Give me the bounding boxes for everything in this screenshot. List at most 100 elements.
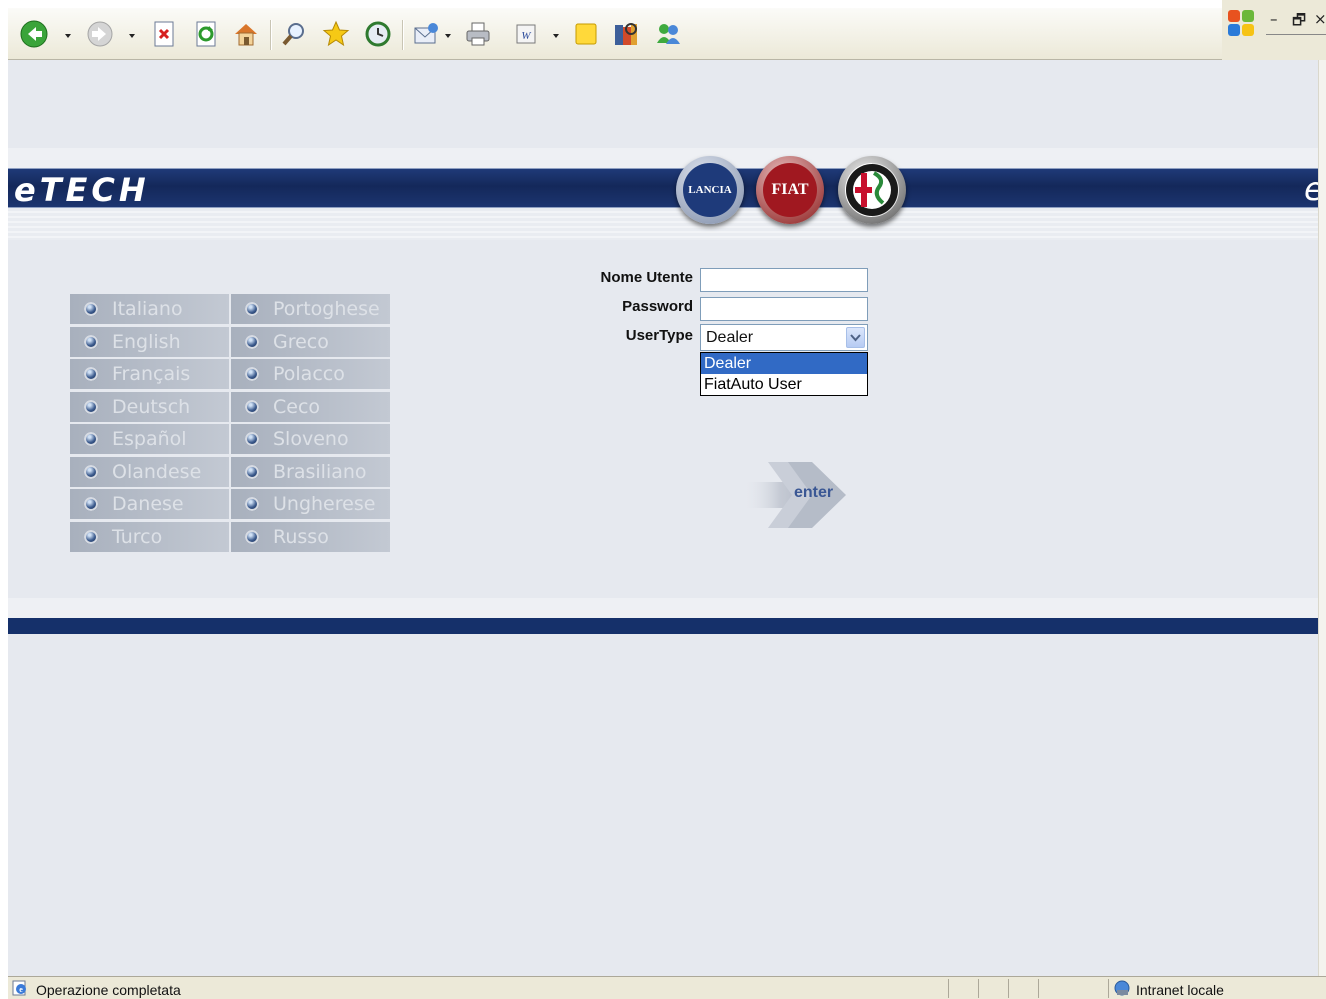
language-turco[interactable]: Turco <box>70 521 229 553</box>
status-divider <box>978 979 979 998</box>
bullet-icon <box>84 367 98 381</box>
bullet-icon <box>84 399 98 414</box>
edit-dropdown-icon[interactable] <box>552 32 560 40</box>
notes-icon[interactable] <box>570 18 602 50</box>
mail-icon[interactable] <box>410 18 442 50</box>
security-zone-text: Intranet locale <box>1136 982 1224 998</box>
password-input[interactable] <box>700 297 868 321</box>
ie-page-icon: e <box>12 980 26 996</box>
back-icon[interactable] <box>18 18 50 50</box>
history-icon[interactable] <box>362 18 394 50</box>
bullet-icon <box>84 464 98 479</box>
bullet-icon <box>245 399 259 414</box>
username-input[interactable] <box>700 268 868 292</box>
minimize-icon[interactable]: – <box>1270 10 1278 28</box>
bullet-icon <box>84 334 98 349</box>
enter-button[interactable]: enter <box>744 458 854 532</box>
bullet-icon <box>245 464 259 479</box>
bullet-icon <box>245 302 259 316</box>
header-light-strip <box>8 148 1318 168</box>
usertype-dropdown-list: Dealer FiatAuto User <box>700 352 868 396</box>
usertype-option-dealer[interactable]: Dealer <box>701 353 867 374</box>
research-icon[interactable] <box>610 18 642 50</box>
restore-icon[interactable]: 🗗 <box>1292 10 1306 35</box>
bullet-icon <box>245 334 259 349</box>
search-icon[interactable] <box>278 18 310 50</box>
enter-button-label: enter <box>794 484 834 501</box>
messenger-icon[interactable] <box>652 18 684 50</box>
back-dropdown-icon[interactable] <box>64 32 72 40</box>
language-deutsch[interactable]: Deutsch <box>70 391 229 423</box>
bullet-icon <box>84 497 98 511</box>
lancia-logo: LANCIA <box>676 156 744 224</box>
etech-logo: eTECH <box>14 171 150 209</box>
status-divider <box>948 979 949 998</box>
window-controls: – 🗗 × <box>1222 0 1326 60</box>
fiat-logo: FIAT <box>756 156 824 224</box>
edit-icon[interactable]: W <box>510 18 542 50</box>
browser-toolbar: W <box>8 8 1222 60</box>
language-espanol[interactable]: Español <box>70 424 229 455</box>
print-icon[interactable] <box>462 18 494 50</box>
header-blue-band <box>8 168 1318 208</box>
status-bar: e Operazione completata Intranet locale <box>8 976 1326 999</box>
etech-logo-fragment: e <box>1304 170 1318 208</box>
language-greco[interactable]: Greco <box>231 326 390 358</box>
bullet-icon <box>245 432 259 446</box>
status-divider <box>1038 979 1039 998</box>
language-olandese[interactable]: Olandese <box>70 456 229 488</box>
forward-icon[interactable] <box>84 18 116 50</box>
footer-blue-band <box>8 618 1318 634</box>
header-striped-strip <box>8 208 1318 240</box>
bullet-icon <box>245 497 259 511</box>
chevron-down-icon[interactable] <box>846 327 865 348</box>
intranet-zone-icon <box>1114 980 1130 996</box>
language-italiano[interactable]: Italiano <box>70 294 229 325</box>
alfa-romeo-logo <box>838 156 906 224</box>
top-band <box>8 60 1318 148</box>
stop-icon[interactable] <box>148 18 180 50</box>
username-label: Nome Utente <box>600 269 693 286</box>
browser-window: W – 🗗 × eTECH e L <box>0 0 1326 999</box>
alfa-romeo-emblem-icon <box>846 164 898 216</box>
toolbar-separator <box>402 20 404 50</box>
mail-dropdown-icon[interactable] <box>444 32 452 40</box>
status-divider <box>1108 979 1109 998</box>
bullet-icon <box>245 529 259 544</box>
status-divider <box>1008 979 1009 998</box>
language-polacco[interactable]: Polacco <box>231 359 390 390</box>
language-ungherese[interactable]: Ungherese <box>231 489 390 520</box>
page-content: eTECH e LANCIA FIAT Italiano English <box>8 60 1318 976</box>
close-icon[interactable]: × <box>1314 10 1326 28</box>
window-divider <box>1266 34 1326 35</box>
language-brasiliano[interactable]: Brasiliano <box>231 456 390 488</box>
language-portoghese[interactable]: Portoghese <box>231 294 390 325</box>
language-sloveno[interactable]: Sloveno <box>231 424 390 455</box>
bullet-icon <box>84 302 98 316</box>
svg-text:e: e <box>19 985 23 994</box>
toolbar-separator <box>270 20 272 50</box>
language-danese[interactable]: Danese <box>70 489 229 520</box>
favorites-icon[interactable] <box>320 18 352 50</box>
forward-dropdown-icon[interactable] <box>128 32 136 40</box>
fiat-logo-label: FIAT <box>763 163 817 217</box>
language-russo[interactable]: Russo <box>231 521 390 553</box>
svg-text:W: W <box>521 30 531 42</box>
bullet-icon <box>84 432 98 446</box>
lancia-logo-label: LANCIA <box>683 163 737 217</box>
vertical-scrollbar[interactable] <box>1318 60 1326 976</box>
usertype-select[interactable]: Dealer <box>700 324 868 351</box>
home-icon[interactable] <box>230 18 262 50</box>
status-text: Operazione completata <box>36 982 181 998</box>
refresh-icon[interactable] <box>190 18 222 50</box>
language-english[interactable]: English <box>70 326 229 358</box>
usertype-selected-value: Dealer <box>706 329 754 346</box>
footer-light-strip <box>8 598 1318 618</box>
language-ceco[interactable]: Ceco <box>231 391 390 423</box>
windows-logo-icon <box>1228 10 1258 40</box>
language-francais[interactable]: Français <box>70 359 229 390</box>
bullet-icon <box>84 529 98 544</box>
bullet-icon <box>245 367 259 381</box>
password-label: Password <box>622 298 693 315</box>
usertype-option-fiatauto-user[interactable]: FiatAuto User <box>701 374 867 395</box>
